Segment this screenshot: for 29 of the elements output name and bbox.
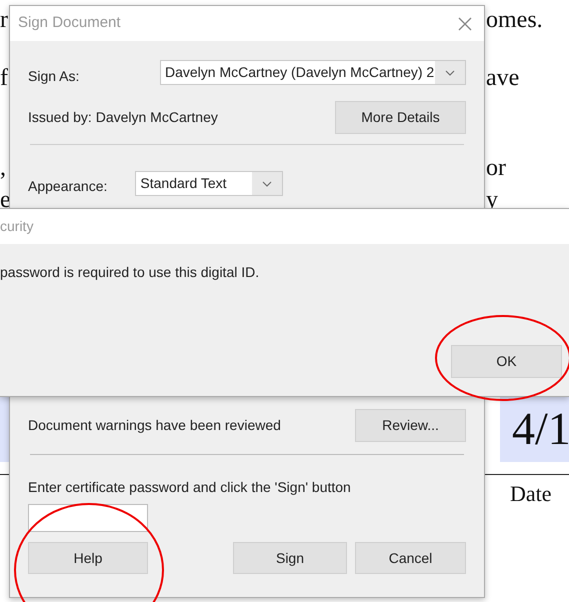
date-label: Date bbox=[510, 480, 552, 508]
document-text: r bbox=[0, 6, 8, 34]
password-field[interactable] bbox=[28, 504, 148, 532]
table-cell: 4/1 bbox=[500, 396, 569, 462]
document-text: or bbox=[486, 154, 506, 182]
appearance-dropdown[interactable]: Standard Text bbox=[135, 171, 284, 196]
warnings-text: Document warnings have been reviewed bbox=[28, 416, 281, 435]
document-text: omes. bbox=[486, 6, 543, 34]
table-cell bbox=[0, 396, 9, 462]
window-title: Sign Document bbox=[18, 13, 121, 34]
chevron-down-icon bbox=[445, 70, 455, 76]
sign-as-dropdown[interactable]: Davelyn McCartney (Davelyn McCartney) 2 bbox=[160, 60, 466, 85]
ok-button[interactable]: OK bbox=[451, 345, 562, 378]
more-details-button[interactable]: More Details bbox=[335, 101, 466, 134]
chevron-down-icon bbox=[262, 180, 272, 186]
sign-button[interactable]: Sign bbox=[233, 542, 347, 574]
help-button[interactable]: Help bbox=[28, 542, 148, 574]
review-button[interactable]: Review... bbox=[355, 409, 466, 442]
issued-by-text: Issued by: Davelyn McCartney bbox=[28, 108, 218, 127]
sign-as-label: Sign As: bbox=[28, 67, 80, 86]
security-message: password is required to use this digital ID. bbox=[0, 263, 260, 282]
document-text: , bbox=[0, 154, 6, 182]
appearance-label: Appearance: bbox=[28, 177, 108, 196]
window-title: curity bbox=[0, 217, 34, 236]
document-text: f bbox=[0, 64, 8, 92]
password-prompt: Enter certificate password and click the 'Sign' button bbox=[28, 478, 352, 497]
close-icon[interactable] bbox=[458, 16, 472, 30]
document-text: ave bbox=[486, 64, 520, 92]
cancel-button[interactable]: Cancel bbox=[355, 542, 466, 574]
